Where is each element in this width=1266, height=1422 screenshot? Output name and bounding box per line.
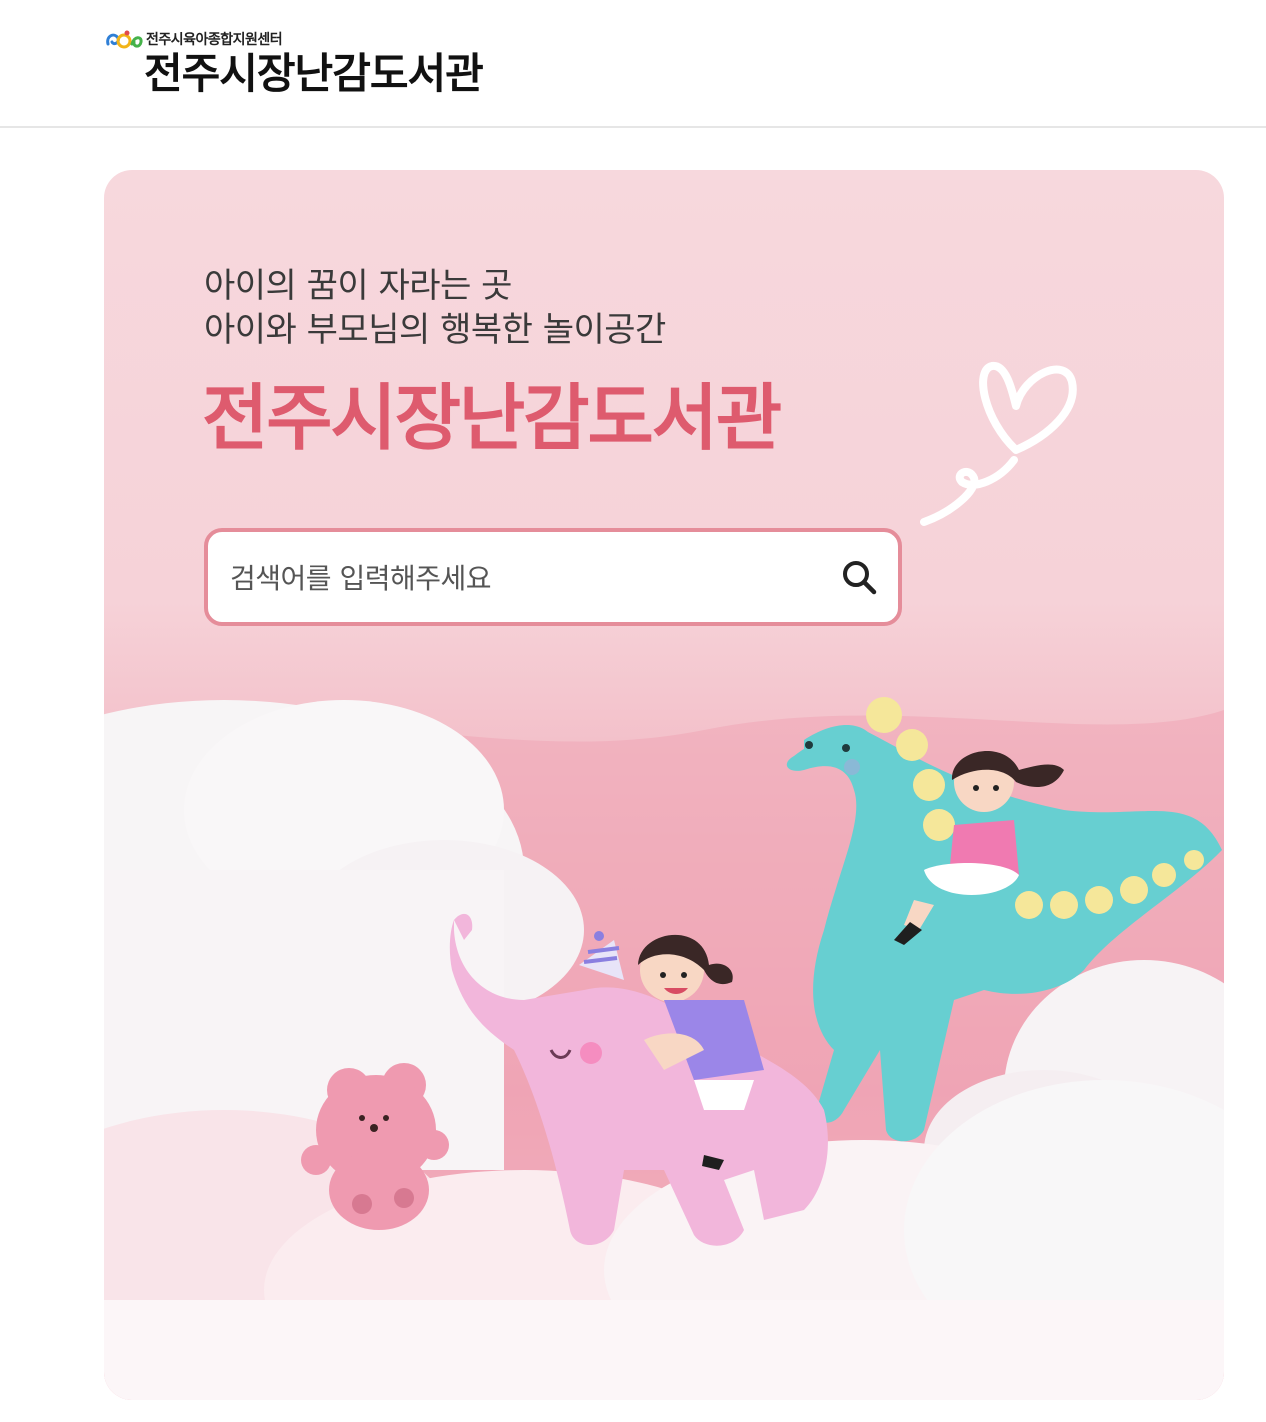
search-button[interactable] [834,552,884,602]
site-logo[interactable]: 전주시육아종합지원센터 전주시장난감도서관 [104,26,524,106]
search-icon [843,561,877,595]
logo-emblem-icon [106,30,143,49]
hero-tagline: 아이의 꿈이 자라는 곳 아이와 부모님의 행복한 놀이공간 [204,264,666,352]
logo-title: 전주시장난감도서관 [144,49,484,98]
hero-illustration [104,362,1224,1400]
site-header: 전주시육아종합지원센터 전주시장난감도서관 [0,0,1266,128]
search-box [204,528,902,626]
hero-banner: 아이의 꿈이 자라는 곳 아이와 부모님의 행복한 놀이공간 전주시장난감도서관 [104,170,1224,1400]
search-input[interactable] [228,532,832,624]
tagline-line-1: 아이의 꿈이 자라는 곳 [204,266,512,306]
hero-title: 전주시장난감도서관 [202,376,782,460]
tagline-line-2: 아이와 부모님의 행복한 놀이공간 [204,310,666,350]
heart-doodle-icon [920,362,1077,526]
logo-subtitle: 전주시육아종합지원센터 [146,32,283,48]
